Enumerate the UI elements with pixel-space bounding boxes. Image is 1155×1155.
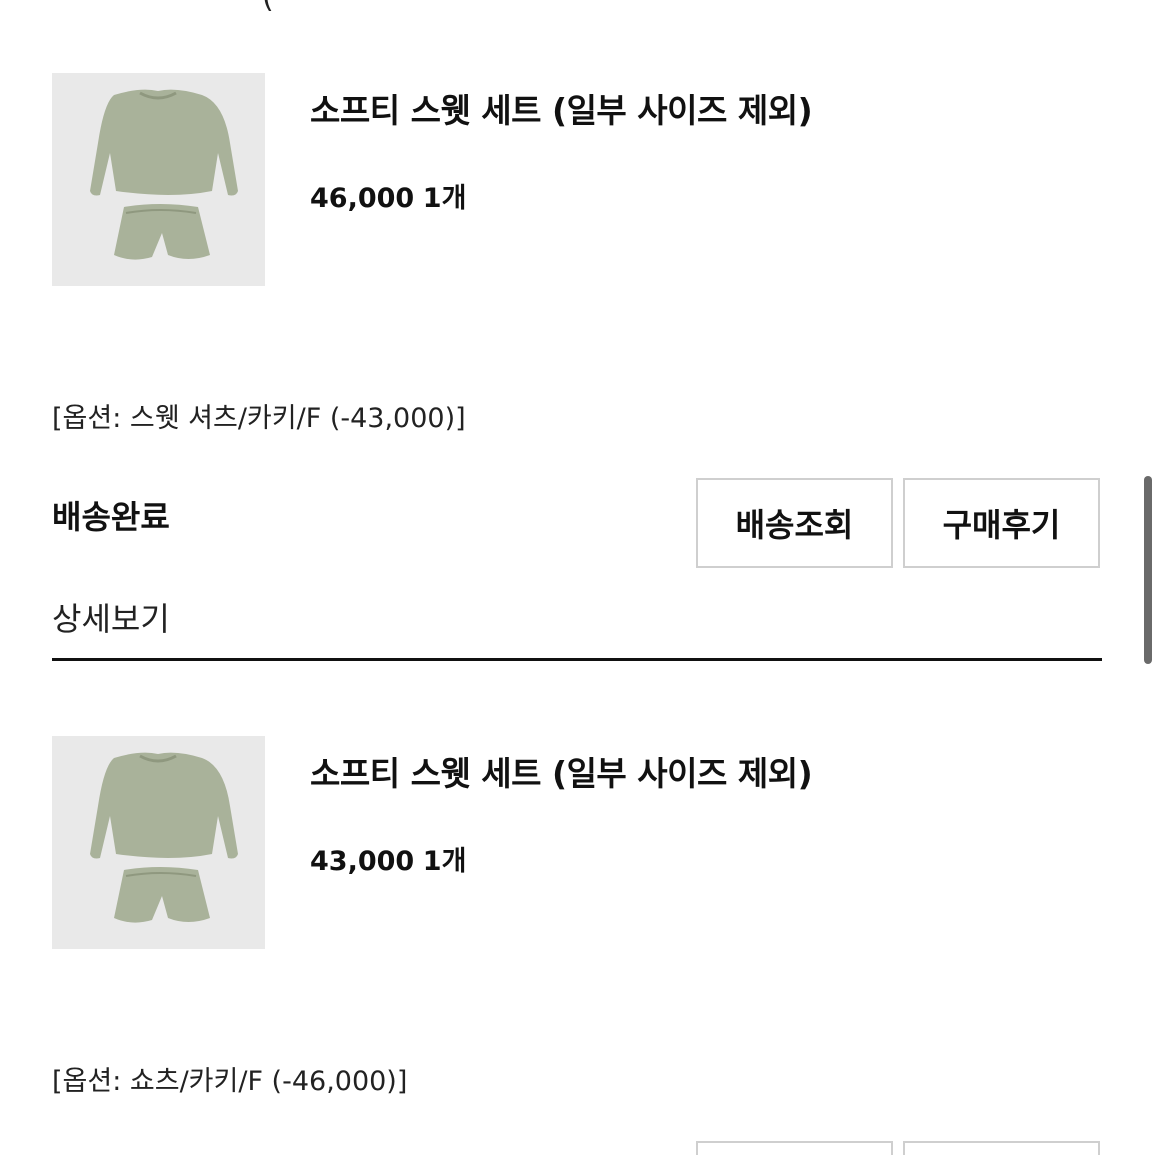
product-name[interactable]: 소프티 스웻 세트 (일부 사이즈 제외) [310,747,813,795]
order-divider [52,658,1102,661]
product-option: [옵션: 스웻 셔츠/카키/F (-43,000)] [52,403,466,434]
product-quantity: 1개 [422,183,467,214]
write-review-button[interactable]: 구매후기 [903,478,1100,568]
clipped-previous-text: ( [262,0,274,15]
scrollbar-thumb[interactable] [1144,476,1152,664]
sweat-set-image [52,73,265,286]
product-price: 46,000 [310,183,415,214]
product-name[interactable]: 소프티 스웻 세트 (일부 사이즈 제외) [310,84,813,132]
product-thumbnail[interactable] [52,73,265,286]
product-price: 43,000 [310,846,415,877]
product-option: [옵션: 쇼츠/카키/F (-46,000)] [52,1066,408,1097]
write-review-button-clipped[interactable] [903,1141,1100,1155]
view-details-link[interactable]: 상세보기 [52,594,170,640]
product-thumbnail[interactable] [52,736,265,949]
price-quantity: 46,000 1개 [310,176,466,215]
price-quantity: 43,000 1개 [310,839,466,878]
product-quantity: 1개 [422,846,467,877]
sweat-set-image [52,736,265,949]
track-delivery-button-clipped[interactable] [696,1141,893,1155]
delivery-status: 배송완료 [52,498,170,536]
track-delivery-button[interactable]: 배송조회 [696,478,893,568]
